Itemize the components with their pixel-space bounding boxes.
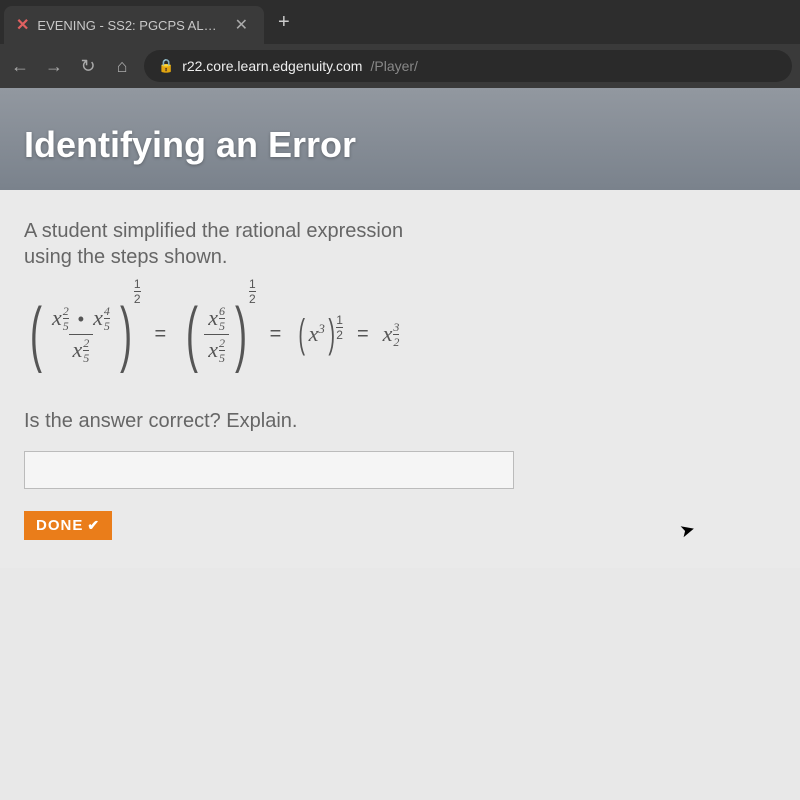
tab-favicon: ✕ (16, 15, 29, 35)
close-tab-icon[interactable]: ✕ (231, 15, 252, 35)
page-title: Identifying an Error (24, 124, 776, 166)
new-tab-button[interactable]: + (264, 11, 304, 34)
home-button[interactable]: ⌂ (110, 56, 134, 77)
math-step-4: x32 (383, 321, 400, 348)
math-expression: ( x25 • x45 x25 ) 12 = ( x65 (24, 298, 776, 370)
url-path: /Player/ (370, 58, 417, 74)
equals-sign: = (270, 323, 282, 346)
answer-input[interactable] (24, 451, 514, 489)
browser-toolbar: ← → ↻ ⌂ 🔒 r22.core.learn.edgenuity.com/P… (0, 44, 800, 88)
tab-title: EVENING - SS2: PGCPS ALGEBR (37, 18, 222, 33)
prompt-text: A student simplified the rational expres… (24, 218, 776, 270)
reload-button[interactable]: ↻ (76, 56, 100, 77)
content-area: A student simplified the rational expres… (0, 190, 800, 568)
back-button[interactable]: ← (8, 56, 32, 77)
equals-sign: = (155, 323, 167, 346)
done-button[interactable]: DONE ✔ (24, 511, 112, 540)
page-header: Identifying an Error (0, 88, 800, 190)
prompt-line-1: A student simplified the rational expres… (24, 220, 403, 242)
address-bar[interactable]: 🔒 r22.core.learn.edgenuity.com/Player/ (144, 50, 792, 82)
prompt-line-2: using the steps shown. (24, 246, 227, 268)
question-text: Is the answer correct? Explain. (24, 410, 776, 433)
browser-tab[interactable]: ✕ EVENING - SS2: PGCPS ALGEBR ✕ (4, 6, 264, 44)
equals-sign: = (357, 323, 369, 346)
lock-icon: 🔒 (158, 58, 174, 74)
check-icon: ✔ (87, 517, 100, 534)
done-label: DONE (36, 517, 83, 534)
math-step-1: ( x25 • x45 x25 ) 12 (24, 298, 141, 370)
math-step-3: ( x3 ) 12 (295, 314, 343, 354)
math-step-2: ( x65 x25 ) 12 (180, 298, 255, 370)
browser-tab-strip: ✕ EVENING - SS2: PGCPS ALGEBR ✕ + (0, 0, 800, 44)
url-domain: r22.core.learn.edgenuity.com (182, 58, 362, 74)
forward-button[interactable]: → (42, 56, 66, 77)
